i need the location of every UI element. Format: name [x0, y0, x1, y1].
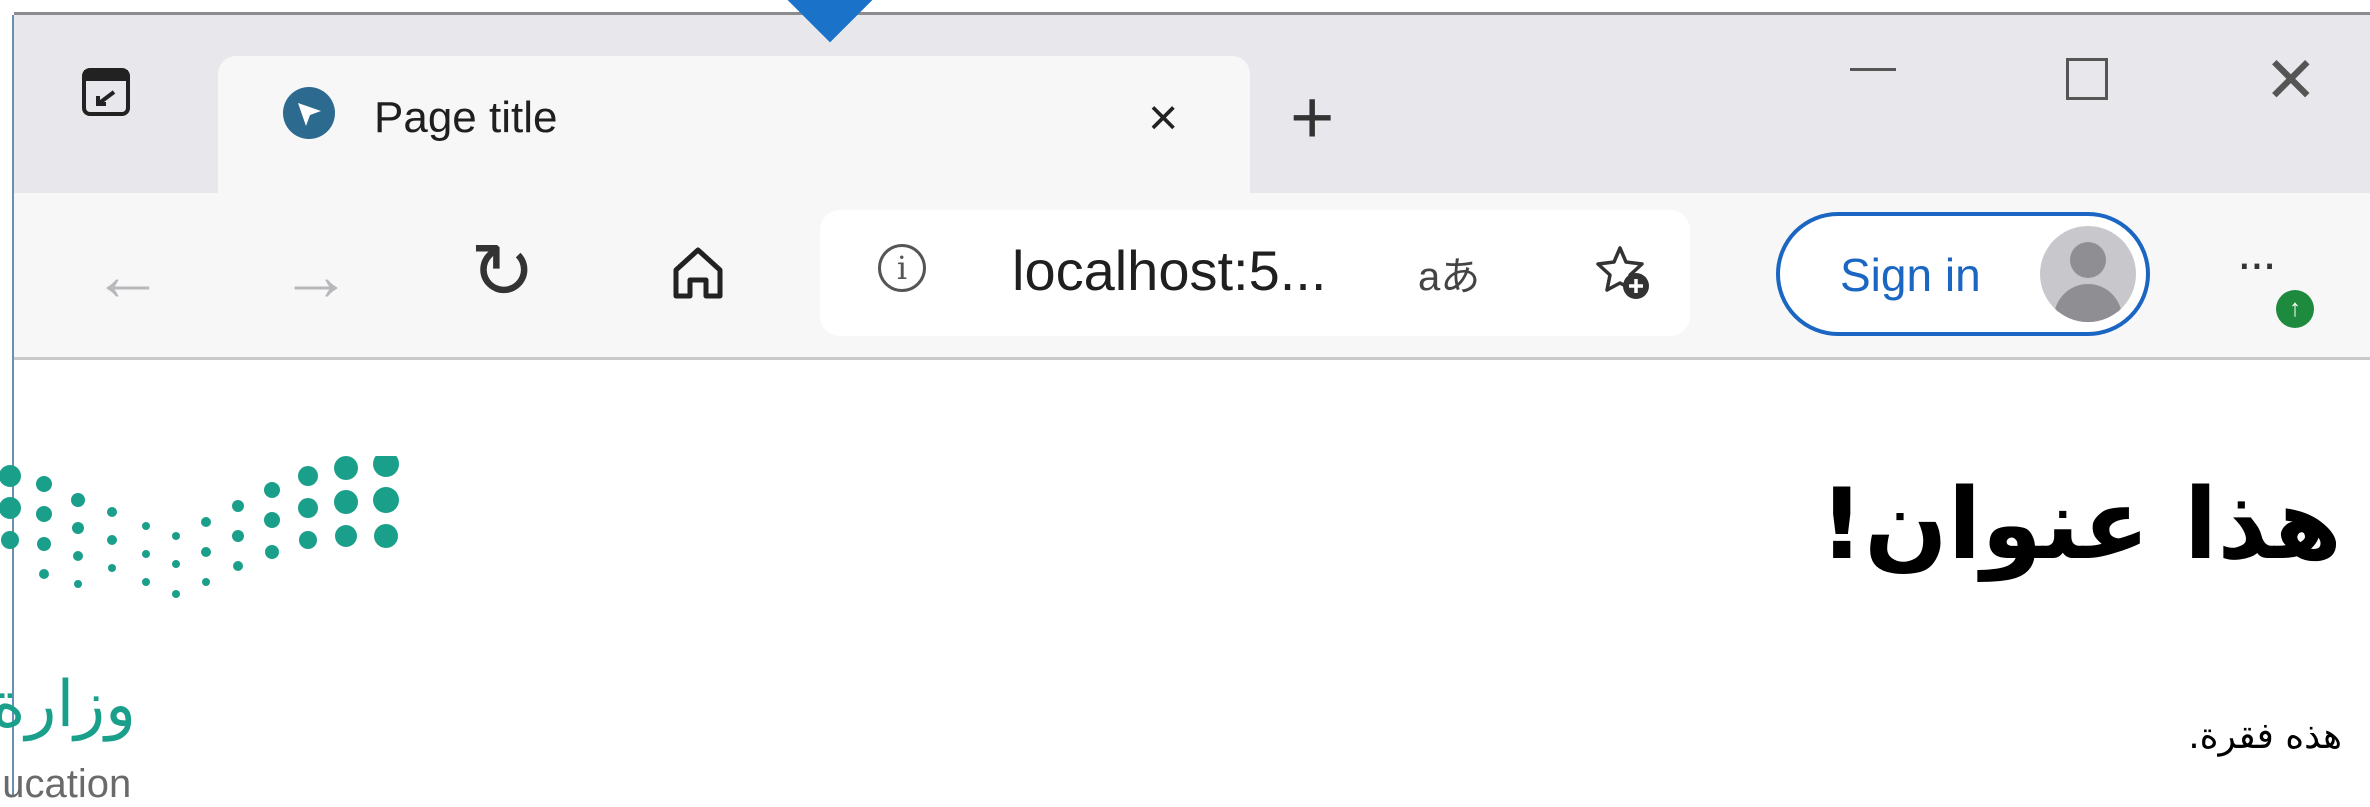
home-icon[interactable]: [668, 242, 728, 302]
new-tab-button[interactable]: +: [1290, 80, 1334, 156]
maximize-button[interactable]: [2066, 58, 2108, 100]
forward-button[interactable]: →: [280, 240, 352, 312]
url-text[interactable]: localhost:5...: [1012, 238, 1326, 303]
tab-close-icon[interactable]: ×: [1148, 92, 1178, 144]
window-close-button[interactable]: ✕: [2264, 48, 2318, 112]
logo-arabic-text: وزارة: [0, 668, 137, 742]
minimize-button[interactable]: [1850, 68, 1896, 71]
ministry-logo-dots: [0, 456, 399, 598]
page-paragraph: هذه فقرة.: [2188, 716, 2342, 757]
back-button[interactable]: ←: [92, 240, 164, 312]
update-badge-icon: ↑: [2276, 290, 2314, 328]
favicon-icon: [283, 87, 335, 139]
avatar-head: [2070, 242, 2106, 278]
avatar-body: [2054, 284, 2122, 322]
page-heading: هذا عنوان!: [1819, 468, 2342, 582]
read-aloud-icon[interactable]: aあ: [1418, 244, 1480, 302]
info-icon[interactable]: i: [878, 244, 926, 292]
favorites-star-icon[interactable]: [1592, 242, 1654, 304]
avatar: [2040, 226, 2136, 322]
refresh-button[interactable]: ↻: [470, 232, 535, 310]
active-tab[interactable]: [218, 56, 1250, 193]
sign-in-label: Sign in: [1840, 249, 1981, 301]
more-menu-button[interactable]: ···: [2236, 238, 2278, 288]
tab-title: Page title: [374, 93, 558, 142]
tab-actions-icon[interactable]: [80, 66, 132, 118]
logo-english-text: ducation: [0, 762, 132, 806]
